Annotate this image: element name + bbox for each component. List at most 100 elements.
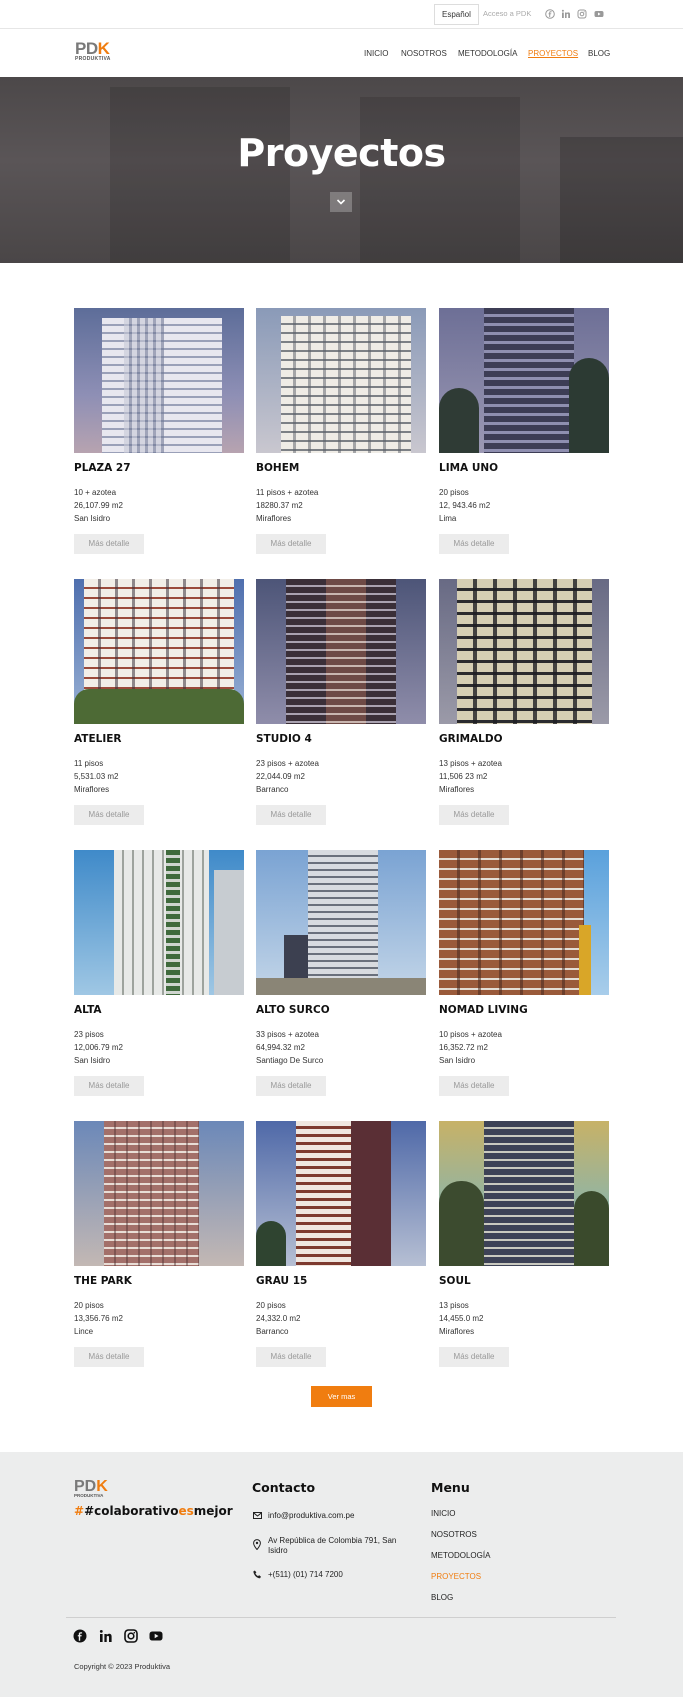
footer-menu-blog[interactable]: BLOG	[431, 1593, 453, 1602]
project-name: NOMAD LIVING	[439, 1004, 528, 1016]
project-image[interactable]	[256, 579, 426, 724]
project-area: 24,332.0 m2	[256, 1314, 301, 1323]
project-image[interactable]	[439, 308, 609, 453]
project-card[interactable]: ALTA 23 pisos 12,006.79 m2 San Isidro Má…	[74, 850, 244, 1105]
project-image[interactable]	[256, 308, 426, 453]
facebook-icon[interactable]	[545, 9, 555, 19]
project-image[interactable]	[74, 308, 244, 453]
detail-button[interactable]: Más detalle	[439, 1347, 509, 1367]
project-district: Lince	[74, 1327, 94, 1336]
detail-button[interactable]: Más detalle	[256, 534, 326, 554]
project-name: ALTA	[74, 1004, 102, 1016]
project-card[interactable]: GRIMALDO 13 pisos + azotea 11,506 23 m2 …	[439, 579, 609, 834]
hero-background-building	[110, 87, 290, 263]
footer-menu-nosotros[interactable]: NOSOTROS	[431, 1530, 477, 1539]
tagline: ##colaborativoesmejor	[74, 1504, 233, 1518]
project-floors: 20 pisos	[256, 1301, 286, 1310]
project-card[interactable]: SOUL 13 pisos 14,455.0 m2 Miraflores Más…	[439, 1121, 609, 1376]
project-image[interactable]	[439, 1121, 609, 1266]
footer: PDK PRODUKTIVA ##colaborativoesmejor Con…	[0, 1452, 683, 1697]
detail-button[interactable]: Más detalle	[439, 534, 509, 554]
project-name: LIMA UNO	[439, 462, 499, 474]
logo-mark: PDK	[74, 1478, 108, 1495]
nav-nosotros[interactable]: NOSOTROS	[401, 49, 447, 58]
youtube-icon[interactable]	[149, 1629, 163, 1643]
project-district: Lima	[439, 514, 457, 523]
project-image[interactable]	[74, 1121, 244, 1266]
logo-mark: PDK	[75, 39, 110, 58]
project-area: 22,044.09 m2	[256, 772, 305, 781]
instagram-icon[interactable]	[577, 9, 587, 19]
project-area: 26,107.99 m2	[74, 501, 123, 510]
chevron-down-icon[interactable]	[330, 192, 352, 212]
project-card[interactable]: NOMAD LIVING 10 pisos + azotea 16,352.72…	[439, 850, 609, 1105]
project-card[interactable]: THE PARK 20 pisos 13,356.76 m2 Lince Más…	[74, 1121, 244, 1376]
detail-button[interactable]: Más detalle	[439, 1076, 509, 1096]
project-area: 18280.37 m2	[256, 501, 303, 510]
project-floors: 10 + azotea	[74, 488, 117, 497]
project-district: Miraflores	[256, 514, 292, 523]
project-card[interactable]: GRAU 15 20 pisos 24,332.0 m2 Barranco Má…	[256, 1121, 426, 1376]
footer-divider	[66, 1617, 616, 1618]
hero-background-building	[360, 97, 520, 263]
nav-metodologia[interactable]: METODOLOGÍA	[458, 49, 517, 58]
linkedin-icon[interactable]	[561, 9, 571, 19]
project-name: STUDIO 4	[256, 733, 312, 745]
instagram-icon[interactable]	[124, 1629, 138, 1643]
logo[interactable]: PDK PRODUKTIVA	[75, 39, 111, 63]
project-image[interactable]	[74, 579, 244, 724]
footer-menu-metodologia[interactable]: METODOLOGÍA	[431, 1551, 490, 1560]
project-name: THE PARK	[74, 1275, 132, 1287]
facebook-icon[interactable]	[73, 1629, 87, 1643]
project-card[interactable]: ALTO SURCO 33 pisos + azotea 64,994.32 m…	[256, 850, 426, 1105]
nav-blog[interactable]: BLOG	[588, 49, 610, 58]
contact-heading: Contacto	[252, 1480, 316, 1495]
contact-email[interactable]: info@produktiva.com.pe	[268, 1511, 418, 1521]
detail-button[interactable]: Más detalle	[256, 1076, 326, 1096]
project-image[interactable]	[256, 850, 426, 995]
project-floors: 23 pisos	[74, 1030, 104, 1039]
ver-mas-button[interactable]: Ver mas	[311, 1386, 372, 1407]
project-floors: 13 pisos	[439, 1301, 469, 1310]
nav-inicio[interactable]: INICIO	[364, 49, 388, 58]
project-floors: 11 pisos	[74, 759, 104, 768]
detail-button[interactable]: Más detalle	[256, 805, 326, 825]
project-image[interactable]	[74, 850, 244, 995]
footer-logo[interactable]: PDK PRODUKTIVA	[74, 1478, 108, 1499]
project-image[interactable]	[256, 1121, 426, 1266]
project-card[interactable]: STUDIO 4 23 pisos + azotea 22,044.09 m2 …	[256, 579, 426, 834]
project-name: ATELIER	[74, 733, 122, 745]
project-card[interactable]: ATELIER 11 pisos 5,531.03 m2 Miraflores …	[74, 579, 244, 834]
detail-button[interactable]: Más detalle	[439, 805, 509, 825]
page-title: Proyectos	[237, 131, 446, 175]
language-selector[interactable]: Español	[434, 4, 479, 25]
project-district: Santiago De Surco	[256, 1056, 324, 1065]
project-image[interactable]	[439, 579, 609, 724]
contact-address: Av República de Colombia 791, San Isidro	[268, 1536, 397, 1555]
detail-button[interactable]: Más detalle	[74, 1076, 144, 1096]
project-image[interactable]	[439, 850, 609, 995]
tagline-part-accent: es	[178, 1504, 194, 1518]
footer-menu-inicio[interactable]: INICIO	[431, 1509, 455, 1518]
detail-button[interactable]: Más detalle	[74, 1347, 144, 1367]
linkedin-icon[interactable]	[99, 1629, 113, 1643]
contact-phone[interactable]: +(511) (01) 714 7200	[268, 1570, 418, 1580]
access-link[interactable]: Acceso a PDK	[483, 9, 531, 18]
youtube-icon[interactable]	[594, 9, 604, 19]
detail-button[interactable]: Más detalle	[74, 805, 144, 825]
project-district: San Isidro	[74, 514, 111, 523]
project-district: Miraflores	[74, 785, 110, 794]
project-area: 5,531.03 m2	[74, 772, 119, 781]
menu-heading: Menu	[431, 1480, 470, 1495]
footer-menu-proyectos[interactable]: PROYECTOS	[431, 1572, 481, 1581]
nav-proyectos[interactable]: PROYECTOS	[528, 49, 578, 58]
project-card[interactable]: LIMA UNO 20 pisos 12, 943.46 m2 Lima Más…	[439, 308, 609, 563]
project-card[interactable]: BOHEM 11 pisos + azotea 18280.37 m2 Mira…	[256, 308, 426, 563]
project-floors: 11 pisos + azotea	[256, 488, 319, 497]
project-card[interactable]: PLAZA 27 10 + azotea 26,107.99 m2 San Is…	[74, 308, 244, 563]
detail-button[interactable]: Más detalle	[256, 1347, 326, 1367]
detail-button[interactable]: Más detalle	[74, 534, 144, 554]
project-district: San Isidro	[74, 1056, 111, 1065]
main-header: PDK PRODUKTIVA INICIO NOSOTROS METODOLOG…	[0, 29, 683, 77]
project-area: 64,994.32 m2	[256, 1043, 305, 1052]
